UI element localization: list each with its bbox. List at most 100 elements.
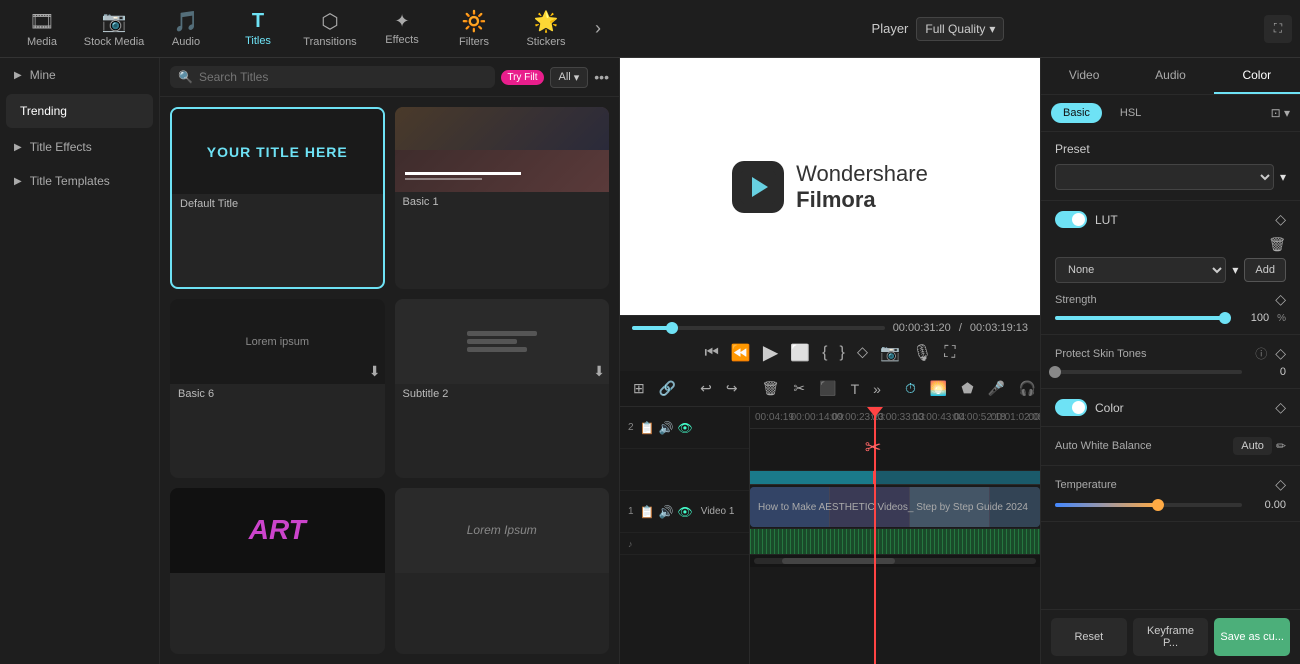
title-card-label-default: Default Title [172, 194, 383, 216]
color-tab-hsl[interactable]: HSL [1108, 103, 1153, 123]
search-input[interactable] [199, 70, 487, 84]
title-card-basic1[interactable]: Basic 1 [395, 107, 610, 289]
strength-slider[interactable] [1055, 316, 1225, 320]
reset-button[interactable]: Reset [1051, 618, 1127, 656]
timeline-redo[interactable]: ↪ [721, 377, 743, 400]
strength-keyframe-icon[interactable]: ◇ [1275, 291, 1286, 308]
track-visible-icon-v1[interactable]: 👁 [677, 505, 692, 519]
video-clip: How to Make AESTHETIC Videos_ Step by St… [750, 487, 1040, 527]
timeline-more-tools[interactable]: » [868, 378, 886, 400]
temperature-keyframe-icon[interactable]: ◇ [1275, 476, 1286, 493]
lut-preset-select[interactable]: None [1055, 257, 1226, 283]
lut-toggle-row: LUT ◇ [1055, 211, 1286, 228]
lut-add-button[interactable]: Add [1244, 258, 1286, 282]
snapshot-button[interactable]: 📷 [880, 343, 900, 363]
timeline-cut[interactable]: ✂ [788, 377, 810, 400]
timeline-speed[interactable]: ⏱ [900, 377, 921, 400]
tab-audio[interactable]: Audio [1127, 58, 1213, 94]
lut-toggle-icon[interactable]: ⊡ ▾ [1271, 106, 1290, 120]
auto-wb-label: Auto White Balance [1055, 440, 1152, 452]
track-volume-icon[interactable]: 🔊 [659, 421, 674, 435]
voiceover-button[interactable]: 🎙 [912, 343, 932, 363]
title-card-basic6[interactable]: Lorem ipsum ⬇ Basic 6 [170, 299, 385, 477]
tool-titles[interactable]: T Titles [224, 4, 292, 54]
color-tab-basic[interactable]: Basic [1051, 103, 1102, 123]
play-button[interactable]: ▶ [763, 340, 778, 365]
fullscreen-button[interactable]: ⛶ [944, 344, 955, 362]
timeline-link[interactable]: 🔗 [654, 377, 681, 400]
timeline-audio-duck[interactable]: 🎧 [1014, 377, 1040, 400]
lut-toggle[interactable] [1055, 211, 1087, 228]
tool-media[interactable]: 🎞 Media [8, 4, 76, 54]
tool-audio[interactable]: 🎵 Audio [152, 4, 220, 54]
track-volume-icon-v1[interactable]: 🔊 [659, 505, 674, 519]
timeline-mic[interactable]: 🎤 [982, 377, 1009, 400]
try-badge[interactable]: Try Filt [501, 70, 543, 85]
color-keyframe-icon[interactable]: ◇ [1275, 399, 1286, 416]
tab-video[interactable]: Video [1041, 58, 1127, 94]
timeline-text[interactable]: T [846, 378, 865, 400]
rewind-button[interactable]: ⏮ [705, 344, 719, 362]
protect-skin-info-icon[interactable]: ⓘ [1255, 345, 1267, 362]
sidebar-item-title-effects[interactable]: ▶ Title Effects [0, 130, 159, 164]
title-card-art[interactable]: ART [170, 488, 385, 654]
split-button[interactable]: ⬦ [857, 344, 868, 362]
sidebar-item-trending[interactable]: Trending [6, 94, 153, 128]
preset-section: Preset ▾ [1041, 132, 1300, 201]
progress-thumb [666, 322, 678, 334]
temperature-slider[interactable] [1055, 503, 1242, 507]
lut-keyframe-icon[interactable]: ◇ [1275, 211, 1286, 228]
timeline-crop[interactable]: ⬛ [814, 377, 841, 400]
eyedropper-icon[interactable]: ✏ [1276, 439, 1286, 453]
timeline-mask[interactable]: ⬟ [956, 377, 978, 400]
tool-filters[interactable]: 🔆 Filters [440, 4, 508, 54]
sidebar-item-title-templates[interactable]: ▶ Title Templates [0, 164, 159, 198]
protect-skin-slider[interactable] [1055, 370, 1242, 374]
mark-in-button[interactable]: { [822, 344, 827, 362]
progress-track[interactable] [632, 326, 885, 330]
protect-skin-keyframe-icon[interactable]: ◇ [1275, 345, 1286, 362]
quality-selector[interactable]: Full Quality ▾ [916, 17, 1004, 41]
expand-button[interactable]: ⛶ [1264, 15, 1292, 43]
preset-label: Preset [1055, 142, 1286, 156]
tool-stickers[interactable]: 🌟 Stickers [512, 4, 580, 54]
track-copy-icon-v1[interactable]: 📋 [640, 505, 655, 519]
mark-out-button[interactable]: } [840, 344, 845, 362]
protect-skin-row: Protect Skin Tones ⓘ ◇ [1055, 345, 1286, 362]
timeline-ai[interactable]: 🌅 [925, 377, 952, 400]
strength-slider-row: 100 % [1055, 312, 1286, 324]
keyframe-button[interactable]: Keyframe P... [1133, 618, 1209, 656]
tool-effects[interactable]: ✦ Effects [368, 4, 436, 54]
title-card-lorem-ipsum[interactable]: Lorem Ipsum [395, 488, 610, 654]
sidebar-item-mine[interactable]: ▶ Mine [0, 58, 159, 92]
tool-stock-media[interactable]: 📷 Stock Media [80, 4, 148, 54]
title-card-img-art: ART [170, 488, 385, 573]
timeline-undo[interactable]: ↩ [695, 377, 717, 400]
track-copy-icon[interactable]: 📋 [640, 421, 655, 435]
lut-delete-icon[interactable]: 🗑 [1268, 236, 1286, 253]
color-toggle[interactable] [1055, 399, 1087, 416]
tool-more[interactable]: › [584, 4, 612, 54]
preset-select[interactable] [1055, 164, 1274, 190]
protect-skin-slider-row: 0 [1055, 366, 1286, 378]
timeline-delete[interactable]: 🗑 [757, 377, 785, 400]
preset-arrow-icon: ▾ [1280, 170, 1286, 184]
title-card-subtitle2[interactable]: ⬇ Subtitle 2 [395, 299, 610, 477]
search-box[interactable]: 🔍 [170, 66, 495, 88]
step-back-button[interactable]: ⏪ [731, 343, 751, 363]
tool-transitions[interactable]: ⬡ Transitions [296, 4, 364, 54]
save-as-button[interactable]: Save as cu... [1214, 618, 1290, 656]
title-card-label-lorem-ipsum [395, 573, 610, 583]
timeline-add-track[interactable]: ⊞ [628, 377, 650, 400]
filter-button[interactable]: All ▾ [550, 67, 589, 88]
title-card-img-subtitle2: ⬇ [395, 299, 610, 384]
download-icon-subtitle: ⬇ [593, 363, 605, 380]
tab-color[interactable]: Color [1214, 58, 1300, 94]
timeline-scrollbar[interactable] [750, 555, 1040, 567]
lut-label: LUT [1095, 213, 1267, 227]
track-visible-icon[interactable]: 👁 [677, 421, 692, 435]
title-card-default[interactable]: YOUR TITLE HERE Default Title [170, 107, 385, 289]
crop-button[interactable]: ⬜ [790, 343, 810, 363]
more-button[interactable]: ••• [594, 69, 609, 85]
main-video-track[interactable]: How to Make AESTHETIC Videos_ Step by St… [750, 485, 1040, 529]
